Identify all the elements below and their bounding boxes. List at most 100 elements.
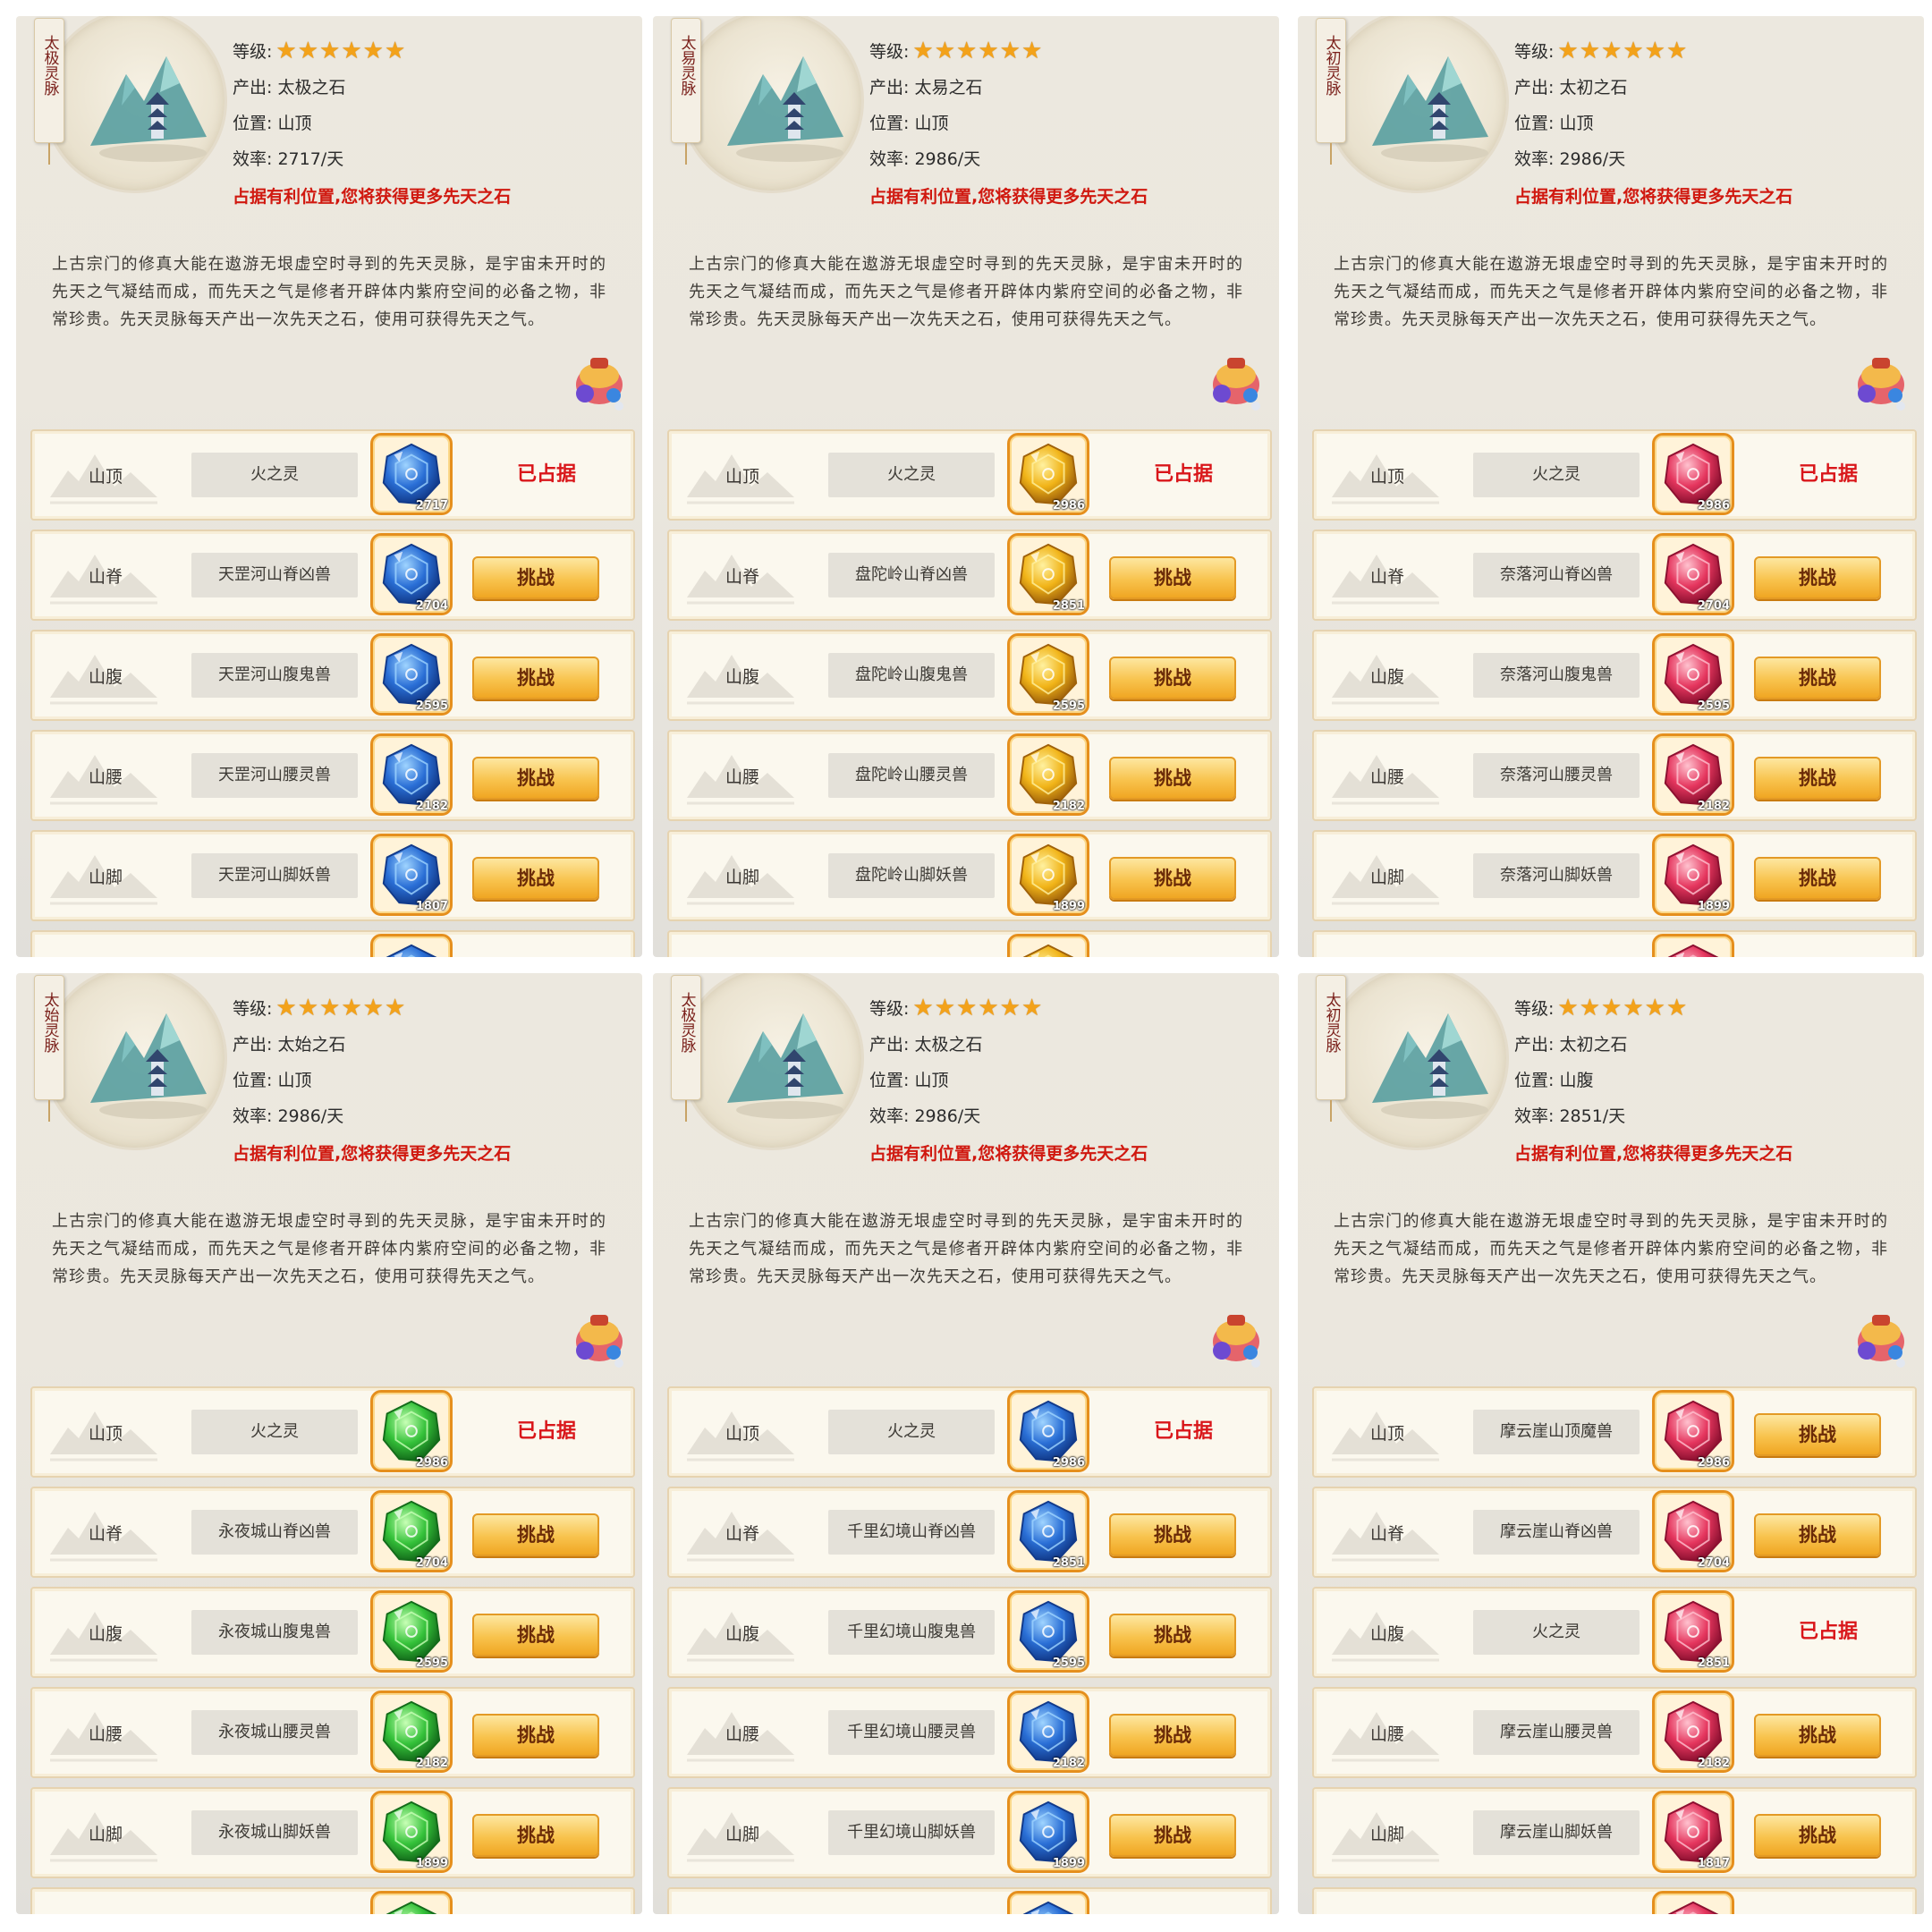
challenge-button[interactable]: 挑战 — [1754, 657, 1881, 699]
spirit-stone-reward[interactable]: 2182 — [1007, 733, 1089, 816]
challenge-button[interactable]: 挑战 — [1754, 1413, 1881, 1456]
reward-count: 2986 — [1052, 1456, 1085, 1470]
challenge-button[interactable]: 挑战 — [1754, 1714, 1881, 1757]
spirit-stone-reward[interactable]: 2851 — [1007, 533, 1089, 615]
spirit-stone-reward[interactable]: 2717 — [370, 433, 453, 515]
spirit-vein-panel: 太易灵脉 等级: ★★★★★★ 产出: 太易之石 位置: 山顶 效率: 2986/天 占据有… — [653, 16, 1279, 957]
spirit-stone-reward[interactable] — [1652, 1891, 1734, 1914]
challenge-button[interactable]: 挑战 — [472, 857, 599, 900]
reward-count: 2182 — [415, 1757, 448, 1770]
challenge-button[interactable]: 挑战 — [1109, 1614, 1236, 1657]
position-list: 山顶 火之灵 2986 已占据 山脊 永夜城山脊凶兽 2704 挑战 山腹 永夜城山腹鬼兽 — [30, 1386, 635, 1914]
challenge-button[interactable]: 挑战 — [1109, 1714, 1236, 1757]
challenge-button[interactable]: 挑战 — [472, 1513, 599, 1556]
spirit-stone-reward[interactable]: 1899 — [370, 1791, 453, 1873]
location-row: 位置: 山顶 — [1514, 106, 1908, 141]
spirit-stone-reward[interactable]: 1807 — [370, 834, 453, 916]
challenge-button[interactable]: 挑战 — [1109, 857, 1236, 900]
treasure-sprite-icon[interactable] — [564, 345, 635, 417]
star-icon: ★ — [956, 994, 978, 1021]
occupant-name: 火之灵 — [1473, 1610, 1640, 1655]
location-label: 位置: — [869, 1071, 910, 1090]
level-row: 等级: ★★★★★★ — [233, 34, 626, 70]
spirit-stone-reward[interactable]: 2182 — [370, 733, 453, 816]
challenge-button[interactable]: 挑战 — [1754, 1513, 1881, 1556]
vein-title-scroll: 太初灵脉 — [1316, 18, 1346, 143]
position-label: 山脊 — [724, 1524, 759, 1544]
spirit-stone-reward[interactable]: 2986 — [370, 1390, 453, 1472]
spirit-stone-reward[interactable]: 2704 — [1652, 1490, 1734, 1572]
treasure-sprite-icon[interactable] — [564, 1302, 635, 1374]
spirit-stone-reward[interactable]: 2595 — [370, 1590, 453, 1673]
challenge-button[interactable]: 挑战 — [1109, 1814, 1236, 1857]
spirit-stone-reward[interactable]: 2851 — [1007, 1490, 1089, 1572]
challenge-button[interactable]: 挑战 — [472, 757, 599, 800]
spirit-stone-reward[interactable]: 1899 — [1007, 1791, 1089, 1873]
spirit-stone-reward[interactable]: 2595 — [1007, 633, 1089, 716]
challenge-button[interactable]: 挑战 — [472, 1614, 599, 1657]
challenge-button[interactable]: 挑战 — [472, 1814, 599, 1857]
star-icon: ★ — [362, 994, 384, 1021]
spirit-stone-reward[interactable] — [1007, 1891, 1089, 1914]
spirit-stone-reward[interactable]: 1899 — [1007, 834, 1089, 916]
location-row: 位置: 山腹 — [1514, 1063, 1908, 1098]
position-row: 山腰 天罡河山腰灵兽 2182 挑战 — [30, 730, 635, 821]
efficiency-value: 2986/天 — [277, 1106, 344, 1126]
challenge-button[interactable]: 挑战 — [1109, 1513, 1236, 1556]
challenge-button[interactable]: 挑战 — [1754, 857, 1881, 900]
level-label: 等级: — [233, 999, 273, 1019]
position-row: 山脊 天罡河山脊凶兽 2704 挑战 — [30, 530, 635, 621]
vein-title: 太极灵脉 — [677, 992, 696, 1053]
location-row: 位置: 山顶 — [233, 106, 626, 141]
challenge-button[interactable]: 挑战 — [1109, 757, 1236, 800]
occupant-name: 天罡河山腹鬼兽 — [191, 653, 358, 698]
output-label: 产出: — [1514, 1035, 1555, 1055]
spirit-stone-reward[interactable]: 2704 — [370, 533, 453, 615]
spirit-stone-reward[interactable]: 2986 — [1007, 433, 1089, 515]
challenge-button[interactable]: 挑战 — [472, 556, 599, 599]
spirit-stone-reward[interactable]: 2851 — [1652, 1590, 1734, 1673]
efficiency-label: 效率: — [1514, 149, 1555, 169]
spirit-stone-reward[interactable]: 2182 — [1652, 1690, 1734, 1773]
spirit-stone-reward[interactable]: 2182 — [1652, 733, 1734, 816]
spirit-stone-reward[interactable]: 2986 — [1652, 1390, 1734, 1472]
vein-emblem: 太始灵脉 — [34, 973, 231, 1163]
spirit-stone-reward[interactable]: 2986 — [1007, 1390, 1089, 1472]
spirit-stone-reward[interactable]: 1899 — [1652, 834, 1734, 916]
spirit-stone-reward[interactable]: 2595 — [1652, 633, 1734, 716]
vein-description: 上古宗门的修真大能在遨游无垠虚空时寻到的先天灵脉，是宇宙未开时的先天之气凝结而成… — [1334, 255, 1888, 329]
position-row-partial — [667, 930, 1272, 957]
spirit-stone-reward[interactable] — [1007, 934, 1089, 957]
level-stars: ★★★★★★ — [275, 35, 406, 71]
spirit-stone-reward[interactable]: 2704 — [370, 1490, 453, 1572]
occupant-name: 盘陀岭山脊凶兽 — [828, 553, 995, 597]
challenge-button[interactable]: 挑战 — [1754, 556, 1881, 599]
vein-info: 等级: ★★★★★★ 产出: 太初之石 位置: 山腹 效率: 2851/天 占据有利位置,… — [1514, 991, 1908, 1174]
treasure-sprite-icon[interactable] — [1200, 345, 1272, 417]
spirit-stone-reward[interactable]: 2595 — [370, 633, 453, 716]
spirit-stone-reward[interactable] — [1652, 934, 1734, 957]
output-row: 产出: 太极之石 — [869, 1027, 1263, 1063]
challenge-button[interactable]: 挑战 — [1109, 556, 1236, 599]
treasure-sprite-icon[interactable] — [1845, 345, 1917, 417]
challenge-button[interactable]: 挑战 — [1754, 757, 1881, 800]
spirit-stone-reward[interactable]: 2182 — [1007, 1690, 1089, 1773]
challenge-button[interactable]: 挑战 — [1109, 657, 1236, 699]
spirit-stone-reward[interactable] — [370, 1891, 453, 1914]
star-icon: ★ — [934, 37, 956, 64]
treasure-sprite-icon[interactable] — [1200, 1302, 1272, 1374]
position-row: 山顶 火之灵 2986 已占据 — [667, 1386, 1272, 1478]
spirit-stone-reward[interactable]: 2986 — [1652, 433, 1734, 515]
spirit-stone-reward[interactable]: 2182 — [370, 1690, 453, 1773]
spirit-stone-reward[interactable]: 2704 — [1652, 533, 1734, 615]
scroll-rod — [685, 143, 687, 165]
challenge-button[interactable]: 挑战 — [1754, 1814, 1881, 1857]
spirit-stone-reward[interactable]: 2595 — [1007, 1590, 1089, 1673]
treasure-sprite-icon[interactable] — [1845, 1302, 1917, 1374]
occupant-name: 千里幻境山脊凶兽 — [828, 1510, 995, 1555]
challenge-button[interactable]: 挑战 — [472, 1714, 599, 1757]
spirit-stone-reward[interactable] — [370, 934, 453, 957]
spirit-stone-reward[interactable]: 1817 — [1652, 1791, 1734, 1873]
star-icon: ★ — [1021, 994, 1043, 1021]
challenge-button[interactable]: 挑战 — [472, 657, 599, 699]
